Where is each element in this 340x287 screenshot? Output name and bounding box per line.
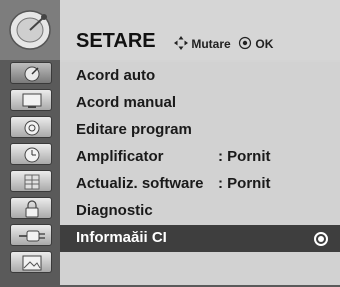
setup-category-icon-box [0, 0, 60, 60]
settings-osd: SETARE Mutare OK Acord auto Acord manual… [0, 0, 340, 287]
monitor-glyph [22, 93, 42, 108]
page-title: SETARE [76, 30, 156, 52]
grid-icon[interactable] [10, 170, 52, 192]
photo-glyph [22, 255, 42, 271]
menu-item-informatii-ci[interactable]: Informaăii CI [60, 225, 340, 252]
menu-item-label: Actualiz. software [76, 175, 204, 192]
menu-item-label: Amplificator [76, 148, 164, 165]
menu-item-value: : Pornit [218, 175, 271, 192]
menu-item-diagnostic[interactable]: Diagnostic [60, 198, 340, 225]
clock-glyph [24, 147, 40, 163]
monitor-icon[interactable] [10, 89, 52, 111]
lock-glyph [25, 200, 39, 218]
menu-item-acord-auto[interactable]: Acord auto [60, 63, 340, 90]
menu-item-acord-manual[interactable]: Acord manual [60, 90, 340, 117]
menu-item-value: : Pornit [218, 148, 271, 165]
settings-menu: Acord auto Acord manual Editare program … [60, 62, 340, 287]
hint-move-label: Mutare [191, 37, 231, 51]
cable-plug-glyph [19, 230, 45, 242]
satellite-glyph [24, 66, 40, 82]
four-arrow-icon [174, 36, 188, 50]
speaker-glyph [24, 120, 40, 136]
photo-icon[interactable] [10, 251, 52, 273]
clock-icon[interactable] [10, 143, 52, 165]
lock-icon[interactable] [10, 197, 52, 219]
satellite-dish-icon [9, 10, 51, 50]
icon-column [0, 0, 60, 287]
menu-item-label: Diagnostic [76, 202, 153, 219]
selected-radio-icon [314, 232, 328, 246]
menu-item-editare-program[interactable]: Editare program [60, 117, 340, 144]
grid-glyph [24, 174, 40, 190]
menu-item-label: Acord manual [76, 94, 177, 111]
satellite-icon[interactable] [10, 62, 52, 84]
menu-item-label: Editare program [76, 121, 192, 138]
menu-item-label: Informaăii CI [76, 229, 167, 246]
hint-ok-label: OK [255, 37, 274, 51]
speaker-icon[interactable] [10, 116, 52, 138]
menu-header: SETARE Mutare OK [60, 0, 340, 60]
menu-item-actualiz-software[interactable]: Actualiz. software : Pornit [60, 171, 340, 198]
navigation-hint: Mutare OK [174, 36, 273, 51]
cable-plug-icon[interactable] [10, 224, 52, 246]
ok-circle-icon [238, 36, 252, 50]
menu-item-amplificator[interactable]: Amplificator : Pornit [60, 144, 340, 171]
menu-item-label: Acord auto [76, 67, 156, 84]
